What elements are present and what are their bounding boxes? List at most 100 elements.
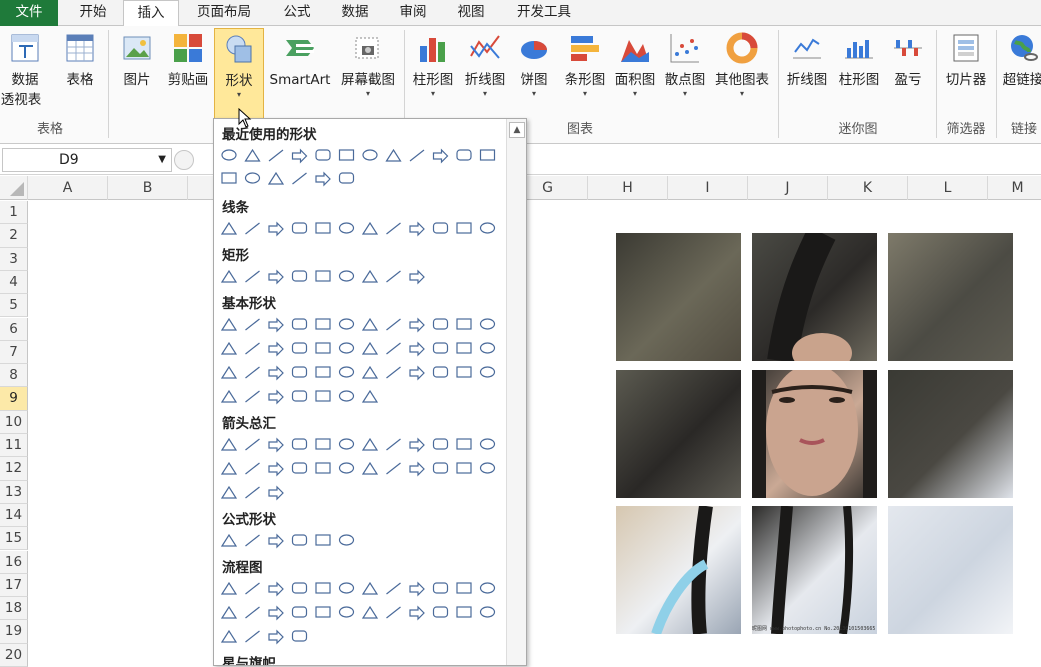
shape-option[interactable] <box>361 317 379 331</box>
shape-option[interactable] <box>220 317 238 331</box>
shape-option[interactable] <box>432 582 449 594</box>
scroll-up-icon[interactable]: ▲ <box>509 122 525 138</box>
shape-option[interactable] <box>291 270 308 282</box>
pie-chart-button[interactable]: 饼图 ▾ <box>512 32 556 98</box>
row-header-4[interactable]: 4 <box>0 270 28 295</box>
shape-option[interactable] <box>456 222 472 234</box>
shape-option[interactable] <box>268 461 284 477</box>
shape-option[interactable] <box>338 390 355 402</box>
shape-option[interactable] <box>361 437 379 451</box>
shape-option[interactable] <box>268 221 284 237</box>
row-header-19[interactable]: 19 <box>0 620 28 644</box>
shape-option[interactable] <box>386 270 401 283</box>
column-header-j[interactable]: J <box>748 176 828 200</box>
shape-option[interactable] <box>315 606 331 618</box>
shape-option[interactable] <box>315 342 331 354</box>
shape-option[interactable] <box>479 149 496 161</box>
shape-option[interactable] <box>479 462 496 474</box>
row-header-8[interactable]: 8 <box>0 364 28 388</box>
shape-option[interactable] <box>456 318 472 330</box>
select-all-corner[interactable] <box>0 176 28 200</box>
shape-option[interactable] <box>386 438 401 451</box>
row-header-9[interactable]: 9 <box>0 387 28 411</box>
shape-option[interactable] <box>386 462 401 475</box>
photo-tile[interactable] <box>752 233 877 361</box>
shape-option[interactable] <box>409 437 425 453</box>
shape-option[interactable] <box>386 582 401 595</box>
shape-option[interactable] <box>386 606 401 619</box>
shape-option[interactable] <box>220 365 238 379</box>
column-chart-button[interactable]: 柱形图 ▾ <box>408 32 458 98</box>
row-header-5[interactable]: 5 <box>0 294 28 318</box>
column-header-i[interactable]: I <box>668 176 748 200</box>
shape-option[interactable] <box>456 462 472 474</box>
shape-option[interactable] <box>338 149 355 161</box>
shape-option[interactable] <box>292 172 307 185</box>
name-box[interactable]: D9 ▼ <box>2 148 172 172</box>
shape-option[interactable] <box>245 462 260 475</box>
shape-option[interactable] <box>245 630 260 643</box>
shape-option[interactable] <box>338 172 355 184</box>
shape-option[interactable] <box>479 342 496 354</box>
shape-option[interactable] <box>338 318 355 330</box>
shape-option[interactable] <box>479 606 496 618</box>
shape-option[interactable] <box>361 461 379 475</box>
chevron-down-icon[interactable]: ▼ <box>158 149 166 171</box>
shape-option[interactable] <box>220 221 238 235</box>
shape-option[interactable] <box>409 269 425 285</box>
dropdown-scrollbar[interactable]: ▲ <box>506 119 526 665</box>
shape-option[interactable] <box>268 605 284 621</box>
shape-option[interactable] <box>220 461 238 475</box>
shape-option[interactable] <box>315 582 331 594</box>
sparkline-column-button[interactable]: 柱形图 <box>834 32 884 90</box>
shape-option[interactable] <box>291 534 308 546</box>
shape-option[interactable] <box>220 533 238 547</box>
shape-option[interactable] <box>409 221 425 237</box>
formula-bar-splitter[interactable] <box>174 150 194 170</box>
shape-option[interactable] <box>386 222 401 235</box>
shape-option[interactable] <box>245 222 260 235</box>
shape-option[interactable] <box>268 389 284 405</box>
photo-tile[interactable] <box>888 370 1013 498</box>
shape-option[interactable] <box>385 148 402 162</box>
shape-option[interactable] <box>291 390 308 402</box>
shape-option[interactable] <box>361 365 379 379</box>
shape-option[interactable] <box>386 318 401 331</box>
shape-option[interactable] <box>361 269 379 283</box>
shape-option[interactable] <box>268 581 284 597</box>
row-header-12[interactable]: 12 <box>0 457 28 481</box>
photo-tile[interactable]: 昵图网 www.photophoto.cn No.20130101503665 <box>752 506 877 634</box>
shape-option[interactable] <box>315 149 331 161</box>
shape-option[interactable] <box>220 605 238 619</box>
shape-option[interactable] <box>315 366 331 378</box>
shape-option[interactable] <box>386 366 401 379</box>
shape-option[interactable] <box>338 438 355 450</box>
shape-option[interactable] <box>220 389 238 403</box>
shape-option[interactable] <box>338 534 355 546</box>
shapes-button[interactable]: 形状 ▾ <box>214 28 264 120</box>
shape-option[interactable] <box>315 318 331 330</box>
shape-option[interactable] <box>432 222 449 234</box>
shape-option[interactable] <box>432 318 449 330</box>
shape-option[interactable] <box>245 534 260 547</box>
row-header-1[interactable]: 1 <box>0 201 28 225</box>
shape-option[interactable] <box>456 342 472 354</box>
shape-option[interactable] <box>268 629 284 645</box>
shape-option[interactable] <box>267 171 285 185</box>
shape-option[interactable] <box>362 149 378 161</box>
shape-option[interactable] <box>268 317 284 333</box>
shape-option[interactable] <box>291 342 308 354</box>
row-header-13[interactable]: 13 <box>0 480 28 504</box>
shape-option[interactable] <box>479 582 496 594</box>
shape-option[interactable] <box>268 341 284 357</box>
shape-option[interactable] <box>244 148 261 162</box>
shape-option[interactable] <box>456 149 472 161</box>
tab-review[interactable]: 审阅 <box>388 0 438 26</box>
shape-option[interactable] <box>268 149 284 162</box>
shape-option[interactable] <box>409 341 425 357</box>
shape-option[interactable] <box>432 606 449 618</box>
row-header-17[interactable]: 17 <box>0 573 28 598</box>
column-header-k[interactable]: K <box>828 176 908 200</box>
row-header-16[interactable]: 16 <box>0 550 28 574</box>
shape-option[interactable] <box>315 270 331 282</box>
